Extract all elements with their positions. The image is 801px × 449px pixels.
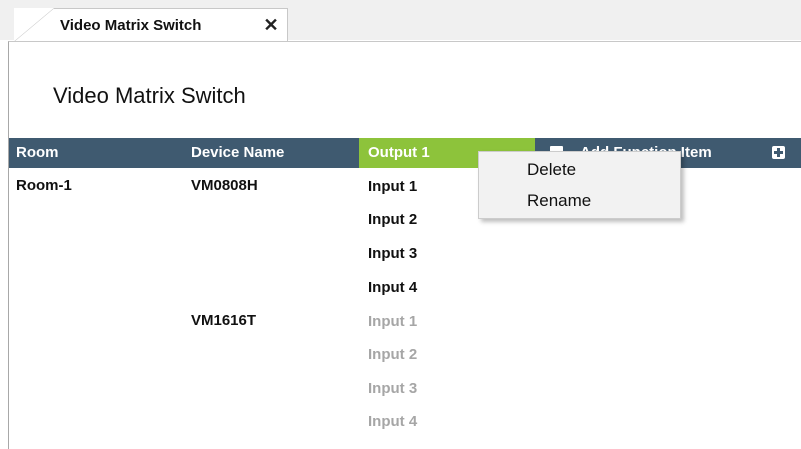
- input-cell-disabled[interactable]: Input 4: [368, 413, 417, 430]
- input-cell[interactable]: Input 3: [368, 245, 417, 262]
- tab-title: Video Matrix Switch: [60, 17, 202, 34]
- context-menu-delete[interactable]: Delete: [527, 160, 576, 180]
- close-icon[interactable]: ✕: [260, 14, 282, 36]
- header-room: Room: [16, 144, 59, 161]
- page-title: Video Matrix Switch: [53, 83, 246, 108]
- tab-bar: Video Matrix Switch ✕: [0, 0, 801, 48]
- input-cell-disabled[interactable]: Input 3: [368, 380, 417, 397]
- table-header: Room Device Name Output 1 Add Function I…: [9, 138, 801, 168]
- input-cell-disabled[interactable]: Input 1: [368, 313, 417, 330]
- tab-video-matrix-switch[interactable]: Video Matrix Switch ✕: [14, 8, 288, 48]
- context-menu: Delete Rename: [478, 151, 681, 219]
- context-menu-rename[interactable]: Rename: [527, 191, 591, 211]
- plus-icon[interactable]: [772, 146, 785, 159]
- input-cell-disabled[interactable]: Input 2: [368, 346, 417, 363]
- input-cell[interactable]: Input 2: [368, 211, 417, 228]
- device-name-cell: VM1616T: [191, 312, 257, 329]
- header-device-name: Device Name: [191, 144, 285, 161]
- input-cell[interactable]: Input 4: [368, 279, 417, 296]
- device-name-cell: VM0808H: [191, 177, 258, 194]
- room-cell: Room-1: [16, 177, 72, 194]
- input-cell[interactable]: Input 1: [368, 178, 417, 195]
